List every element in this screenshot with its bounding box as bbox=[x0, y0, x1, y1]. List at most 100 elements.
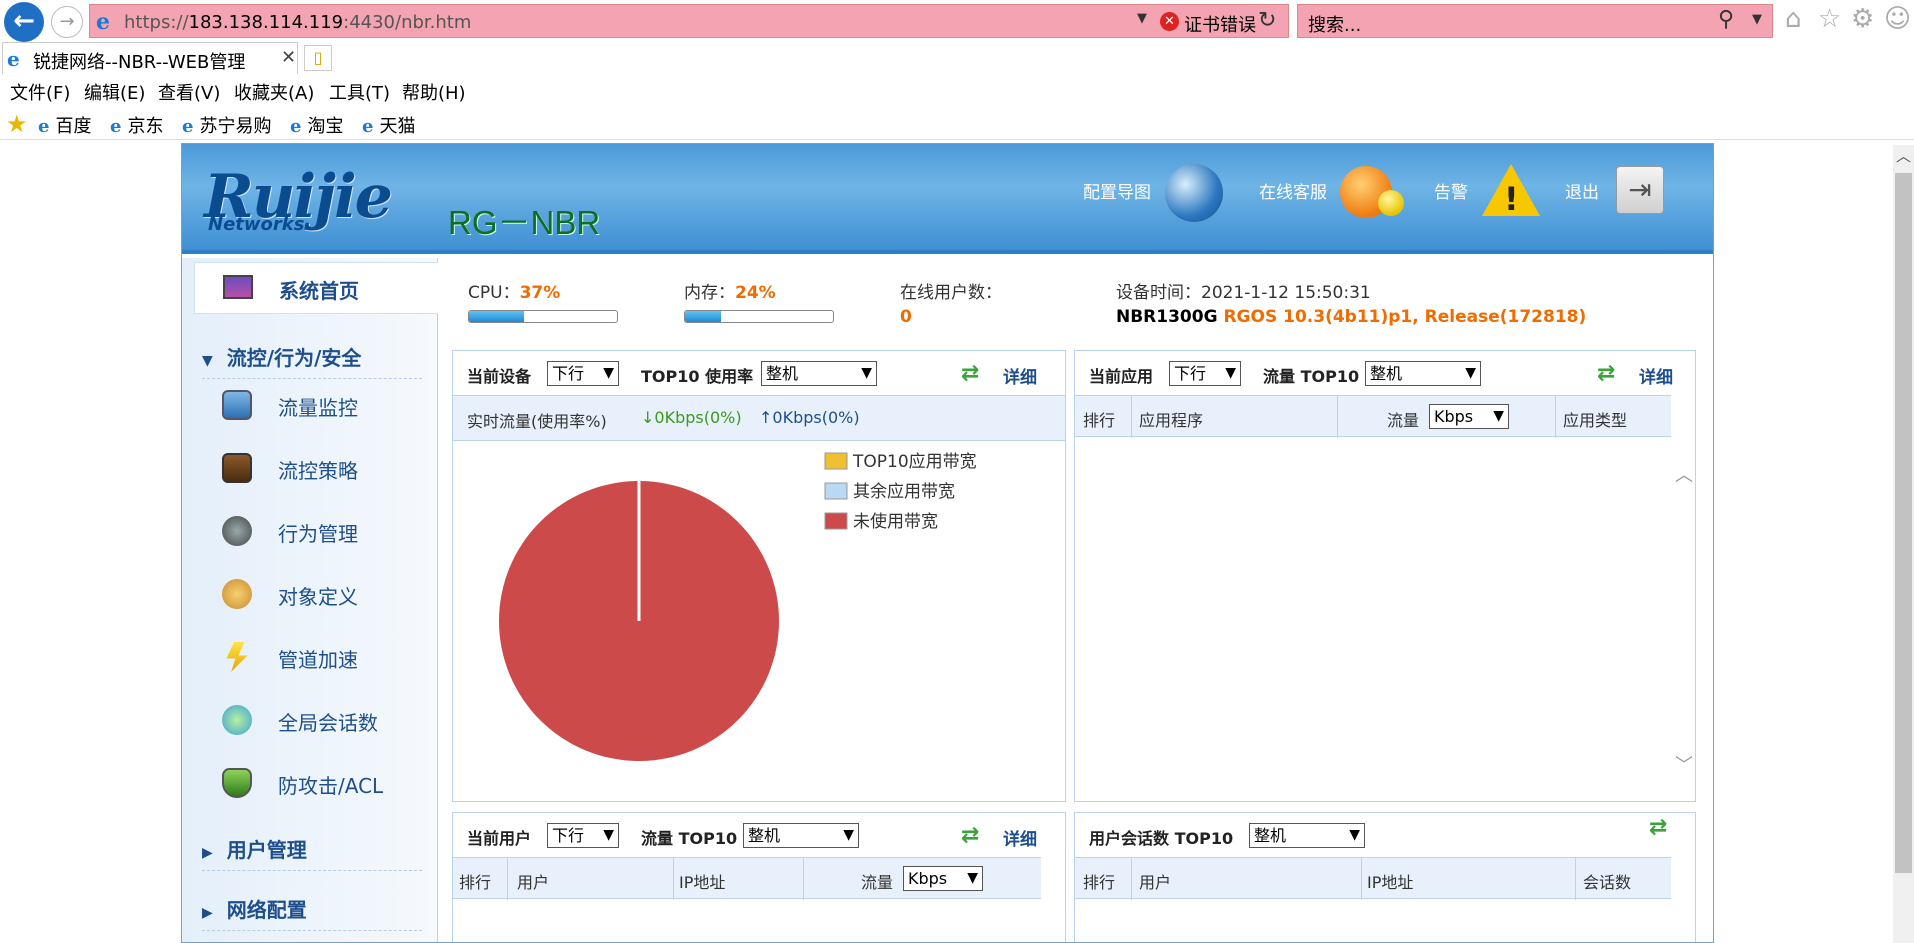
divider bbox=[202, 930, 422, 931]
menu-file[interactable]: 文件(F) bbox=[10, 79, 70, 105]
sidebar-item-traffic-monitor[interactable]: 流量监控 bbox=[222, 386, 422, 426]
unit-select[interactable]: Kbps ▼ bbox=[903, 866, 983, 891]
downlink-value: ↓0Kbps(0%) bbox=[641, 408, 742, 427]
scroll-up-icon[interactable]: ︿ bbox=[1675, 931, 1693, 942]
url-field[interactable]: e https://183.138.114.119:4430/nbr.htm ▼… bbox=[89, 4, 1289, 38]
sidebar-item-pipe-accel[interactable]: 管道加速 bbox=[222, 638, 422, 678]
table-header: 排行 用户 IP地址 会话数 bbox=[1075, 857, 1671, 900]
direction-select[interactable]: 下行 ▼ bbox=[547, 361, 619, 386]
lightning-icon bbox=[226, 642, 248, 672]
scope-select[interactable]: 整机 ▼ bbox=[761, 361, 877, 386]
unit-select[interactable]: Kbps ▼ bbox=[1429, 404, 1509, 429]
sidebar-item-home[interactable]: 系统首页 bbox=[194, 262, 438, 314]
device-time-value: 2021-1-12 15:50:31 bbox=[1201, 283, 1371, 303]
search-field[interactable]: 搜索... ⚲ ▼ bbox=[1297, 4, 1773, 38]
online-service-link[interactable]: 在线客服 bbox=[1259, 178, 1327, 203]
forward-button[interactable]: → bbox=[51, 6, 83, 38]
divider bbox=[803, 858, 804, 900]
search-icon[interactable]: ⚲ bbox=[1718, 7, 1734, 32]
refresh-icon[interactable]: ⇄ bbox=[1649, 815, 1667, 840]
scroll-up-icon[interactable]: ︿ bbox=[1045, 931, 1063, 942]
chevron-down-icon: ▼ bbox=[1465, 365, 1476, 381]
scroll-down-icon[interactable]: ﹀ bbox=[1675, 751, 1693, 777]
panel-header: 用户会话数 TOP10 整机 ▼ ⇄ bbox=[1075, 813, 1695, 857]
sidebar-item-label: 对象定义 bbox=[278, 585, 358, 609]
sidebar-group-label: 流控/行为/安全 bbox=[226, 346, 362, 370]
legend-label-2: 未使用带宽 bbox=[853, 511, 938, 532]
fav-label: 天猫 bbox=[379, 116, 416, 137]
menu-view[interactable]: 查看(V) bbox=[158, 79, 220, 105]
chevron-down-icon: ▼ bbox=[603, 827, 614, 843]
address-bar: ← → e https://183.138.114.119:4430/nbr.h… bbox=[0, 0, 1914, 42]
sidebar-group-user-mgmt[interactable]: ▶ 用户管理 bbox=[202, 834, 307, 863]
url-dropdown-icon[interactable]: ▼ bbox=[1137, 11, 1147, 26]
favorites-star-icon[interactable]: ☆ bbox=[1818, 4, 1841, 34]
col-rank: 排行 bbox=[1083, 873, 1116, 892]
sidebar-item-behavior[interactable]: 行为管理 bbox=[222, 512, 422, 552]
scope-select[interactable]: 整机 ▼ bbox=[1365, 361, 1481, 386]
exit-door-icon[interactable]: ⇥ bbox=[1616, 166, 1664, 214]
menu-help[interactable]: 帮助(H) bbox=[402, 79, 466, 105]
direction-select[interactable]: 下行 ▼ bbox=[1169, 361, 1241, 386]
fav-taobao[interactable]: e 淘宝 bbox=[290, 112, 343, 138]
scroll-up-icon[interactable]: ︿ bbox=[1896, 145, 1911, 166]
search-placeholder[interactable]: 搜索... bbox=[1308, 11, 1361, 37]
chevron-down-icon: ▼ bbox=[967, 870, 978, 886]
fav-jd[interactable]: e 京东 bbox=[110, 112, 163, 138]
scope-select[interactable]: 整机 ▼ bbox=[1249, 823, 1365, 848]
online-users-label: 在线用户数： bbox=[900, 283, 1002, 303]
close-icon[interactable]: ✕ bbox=[281, 47, 296, 68]
refresh-icon[interactable]: ⇄ bbox=[1597, 361, 1615, 386]
refresh-icon[interactable]: ⇄ bbox=[961, 823, 979, 848]
home-icon[interactable]: ⌂ bbox=[1785, 4, 1802, 34]
behavior-gear-icon bbox=[222, 516, 252, 546]
globe-icon[interactable] bbox=[1165, 164, 1223, 222]
panel-top-label: 流量 TOP10 bbox=[641, 829, 738, 848]
sidebar-item-sessions[interactable]: 全局会话数 bbox=[222, 701, 422, 741]
monitor-icon bbox=[223, 275, 253, 299]
sidebar-group-flow-security[interactable]: ▼ 流控/行为/安全 bbox=[202, 342, 361, 371]
refresh-icon[interactable]: ↻ bbox=[1258, 8, 1276, 33]
sidebar-item-object-def[interactable]: 对象定义 bbox=[222, 575, 422, 615]
refresh-icon[interactable]: ⇄ bbox=[961, 361, 979, 386]
mem-bar-fill bbox=[685, 311, 721, 322]
logout-link[interactable]: 退出 bbox=[1565, 178, 1599, 203]
smiley-feedback-icon[interactable]: ☺ bbox=[1884, 4, 1911, 34]
gear-icon[interactable]: ⚙ bbox=[1851, 4, 1874, 34]
alarm-link[interactable]: 告警 bbox=[1434, 178, 1468, 203]
detail-link[interactable]: 详细 bbox=[1639, 363, 1673, 388]
cert-error-label[interactable]: 证书错误 bbox=[1184, 11, 1256, 37]
triangle-right-icon: ▶ bbox=[202, 905, 213, 921]
sidebar-item-anti-attack[interactable]: 防攻击/ACL bbox=[222, 764, 422, 804]
detail-link[interactable]: 详细 bbox=[1003, 363, 1037, 388]
fav-tmall[interactable]: e 天猫 bbox=[362, 112, 415, 138]
sidebar-group-network-config[interactable]: ▶ 网络配置 bbox=[202, 894, 307, 923]
menu-tools[interactable]: 工具(T) bbox=[329, 79, 390, 105]
back-button[interactable]: ← bbox=[4, 2, 44, 42]
sidebar-item-flow-policy[interactable]: 流控策略 bbox=[222, 449, 422, 489]
url-text[interactable]: https://183.138.114.119:4430/nbr.htm bbox=[124, 12, 471, 33]
scroll-up-icon[interactable]: ︿ bbox=[1675, 461, 1693, 487]
fav-suning[interactable]: e 苏宁易购 bbox=[182, 112, 271, 138]
direction-select[interactable]: 下行 ▼ bbox=[547, 823, 619, 848]
new-tab-button[interactable]: ▯ bbox=[304, 45, 332, 71]
scrollbar-thumb[interactable] bbox=[1895, 173, 1912, 873]
config-map-link[interactable]: 配置导图 bbox=[1083, 178, 1151, 203]
menu-favorites[interactable]: 收藏夹(A) bbox=[234, 79, 314, 105]
sidebar-item-label: 管道加速 bbox=[278, 648, 358, 672]
sidebar-item-label: 流量监控 bbox=[278, 396, 358, 420]
col-app-type: 应用类型 bbox=[1563, 411, 1628, 430]
tab-active[interactable]: e 锐捷网络--NBR--WEB管理 ✕ bbox=[2, 42, 298, 74]
traffic-monitor-icon bbox=[222, 390, 252, 420]
detail-link[interactable]: 详细 bbox=[1003, 825, 1037, 850]
scope-select[interactable]: 整机 ▼ bbox=[743, 823, 859, 848]
col-ip: IP地址 bbox=[1367, 873, 1414, 892]
favorites-star-icon[interactable]: ★ bbox=[6, 110, 28, 138]
fav-baidu[interactable]: e 百度 bbox=[38, 112, 91, 138]
search-dropdown-icon[interactable]: ▼ bbox=[1752, 12, 1762, 27]
realtime-label: 实时流量(使用率%) bbox=[467, 412, 607, 431]
menu-edit[interactable]: 编辑(E) bbox=[84, 79, 145, 105]
cert-error-icon[interactable]: ✕ bbox=[1160, 12, 1179, 31]
page-scrollbar[interactable]: ︿ bbox=[1893, 145, 1914, 943]
cpu-bar bbox=[468, 310, 618, 323]
